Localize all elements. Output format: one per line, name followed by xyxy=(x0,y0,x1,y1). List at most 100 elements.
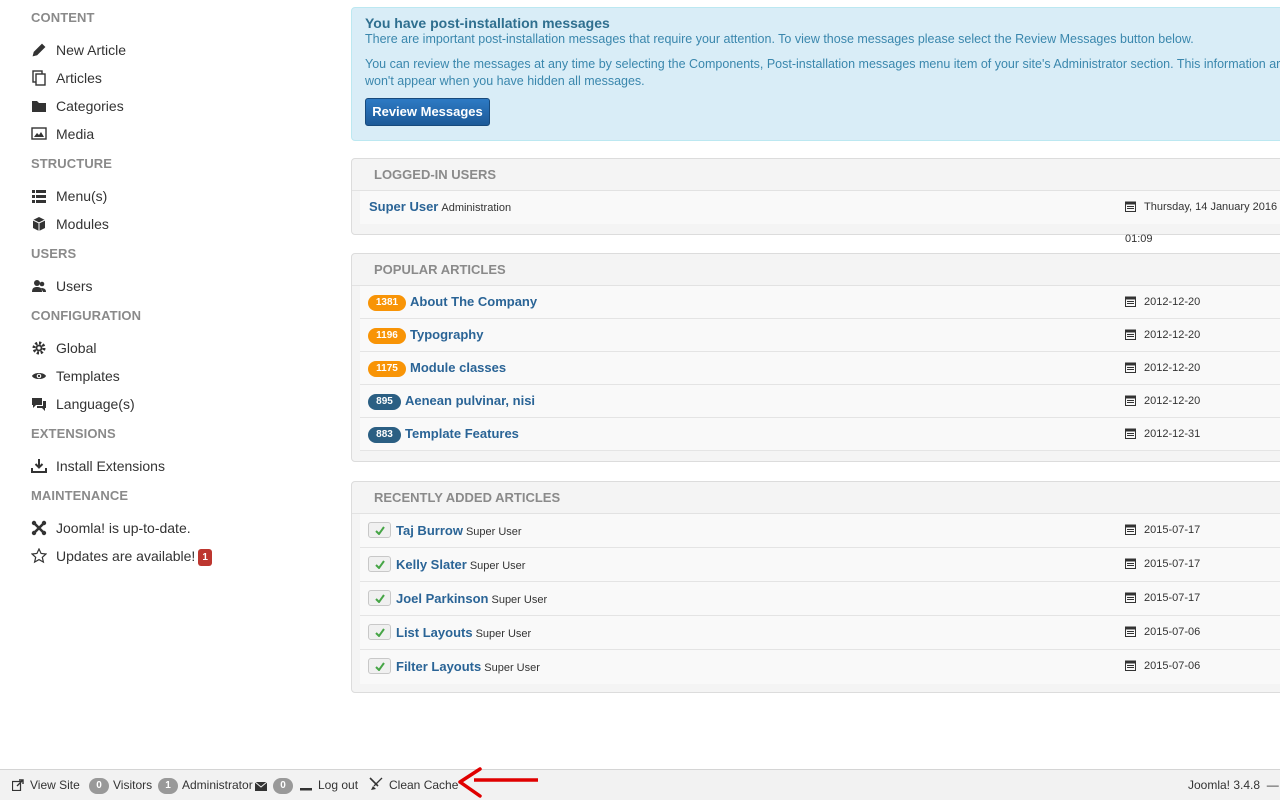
panel-title: RECENTLY ADDED ARTICLES xyxy=(352,482,1280,514)
article-date: 2015-07-17 xyxy=(1125,582,1200,615)
sidebar-item-label: Media xyxy=(56,126,95,142)
joomla-version: Joomla! 3.4.8 — xyxy=(1188,778,1279,792)
sidebar-item-media[interactable]: Media xyxy=(0,120,340,148)
calendar-icon xyxy=(1125,329,1136,340)
status-bar: View Site 0 Visitors 1 Administrator 0 Log… xyxy=(0,769,1280,800)
external-link-icon xyxy=(12,779,24,791)
alert-text-secondary: You can review the messages at any time … xyxy=(365,57,1280,88)
sidebar-item-install-extensions[interactable]: Install Extensions xyxy=(0,452,340,480)
published-check-icon[interactable] xyxy=(368,590,391,606)
review-messages-button[interactable]: Review Messages xyxy=(365,98,490,126)
section-heading-content: CONTENT xyxy=(31,10,95,25)
eye-icon xyxy=(31,368,47,384)
sidebar-item-templates[interactable]: Templates xyxy=(0,362,340,390)
hits-badge: 883 xyxy=(368,427,401,443)
article-link[interactable]: Joel Parkinson xyxy=(396,591,488,606)
red-arrow-annotation xyxy=(458,767,538,798)
published-check-icon[interactable] xyxy=(368,522,391,538)
article-link[interactable]: Filter Layouts xyxy=(396,659,481,674)
sidebar-item-categories[interactable]: Categories xyxy=(0,92,340,120)
article-link[interactable]: Taj Burrow xyxy=(396,523,463,538)
sidebar-item-label: Templates xyxy=(56,368,120,384)
sidebar-item-modules[interactable]: Modules xyxy=(0,210,340,238)
article-author: Super User xyxy=(469,560,526,572)
calendar-icon xyxy=(1125,592,1136,603)
calendar-icon xyxy=(1125,558,1136,569)
sidebar-item-languages[interactable]: Language(s) xyxy=(0,390,340,418)
article-link[interactable]: Aenean pulvinar, nisi xyxy=(405,393,535,408)
article-link[interactable]: Module classes xyxy=(410,360,506,375)
alert-title: You have post-installation messages xyxy=(365,15,610,31)
sidebar-item-label: Categories xyxy=(56,98,124,114)
sidebar-item-global[interactable]: Global xyxy=(0,334,340,362)
table-row: Filter Layouts Super User 2015-07-06 xyxy=(360,650,1280,684)
section-heading-configuration: CONFIGURATION xyxy=(31,308,142,323)
article-author: Super User xyxy=(465,526,522,538)
clean-cache-link[interactable]: Clean Cache xyxy=(369,770,458,800)
sidebar-item-label: Articles xyxy=(56,70,102,86)
sidebar-item-menus[interactable]: Menu(s) xyxy=(0,182,340,210)
sidebar-item-updates[interactable]: Updates are available! 1 xyxy=(0,542,340,570)
view-site-link[interactable]: View Site xyxy=(12,770,80,800)
article-link[interactable]: Kelly Slater xyxy=(396,557,467,572)
broom-icon xyxy=(369,777,383,791)
visitors-count-badge: 0 xyxy=(89,778,109,794)
section-heading-users: USERS xyxy=(31,246,77,261)
alert-text: There are important post-installation me… xyxy=(365,32,1194,46)
post-installation-alert: You have post-installation messages Ther… xyxy=(351,7,1280,141)
updates-count-badge: 1 xyxy=(198,549,212,566)
section-heading-extensions: EXTENSIONS xyxy=(31,426,116,441)
section-heading-maintenance: MAINTENANCE xyxy=(31,488,129,503)
published-check-icon[interactable] xyxy=(368,556,391,572)
calendar-icon xyxy=(1125,524,1136,535)
users-icon xyxy=(31,278,47,294)
article-date: 2012-12-20 xyxy=(1125,286,1200,318)
cog-icon xyxy=(31,340,47,356)
folder-icon xyxy=(31,98,47,114)
admin-count-badge: 1 xyxy=(158,778,178,794)
table-row: 1196 Typography 2012-12-20 xyxy=(360,319,1280,352)
calendar-icon xyxy=(1125,362,1136,373)
recent-articles-panel: RECENTLY ADDED ARTICLES Taj Burrow Super … xyxy=(351,481,1280,693)
sidebar-item-joomla-status[interactable]: Joomla! is up-to-date. xyxy=(0,514,340,542)
minus-icon xyxy=(300,788,312,791)
sidebar-item-users[interactable]: Users xyxy=(0,272,340,300)
calendar-icon xyxy=(1125,296,1136,307)
sidebar-item-label: Users xyxy=(56,278,93,294)
table-row: Taj Burrow Super User 2015-07-17 xyxy=(360,514,1280,548)
table-row: 1381 About The Company 2012-12-20 xyxy=(360,286,1280,319)
published-check-icon[interactable] xyxy=(368,658,391,674)
visitors-status: 0 Visitors xyxy=(89,770,152,800)
logout-link[interactable]: Log out xyxy=(300,770,358,800)
user-link[interactable]: Super User xyxy=(369,199,438,214)
panel-title: POPULAR ARTICLES xyxy=(352,254,1280,286)
article-date: 2012-12-20 xyxy=(1125,352,1200,384)
table-row: 1175 Module classes 2012-12-20 xyxy=(360,352,1280,385)
article-link[interactable]: List Layouts xyxy=(396,625,473,640)
calendar-icon xyxy=(1125,626,1136,637)
sidebar-item-label: Menu(s) xyxy=(56,188,108,204)
hits-badge: 895 xyxy=(368,394,401,410)
popular-articles-panel: POPULAR ARTICLES 1381 About The Company 2… xyxy=(351,253,1280,462)
table-row: List Layouts Super User 2015-07-06 xyxy=(360,616,1280,650)
star-icon xyxy=(31,548,47,564)
comments-icon xyxy=(31,396,47,412)
sidebar-item-label: Modules xyxy=(56,216,109,232)
article-date: 2015-07-17 xyxy=(1125,514,1200,547)
article-link[interactable]: About The Company xyxy=(410,294,537,309)
sidebar-item-new-article[interactable]: New Article xyxy=(0,36,340,64)
article-author: Super User xyxy=(475,628,532,640)
login-date: Thursday, 14 January 2016 01:09 xyxy=(1125,201,1278,245)
copy-icon xyxy=(31,70,47,86)
table-row: Super User Administration Thursday, 14 Ja… xyxy=(360,191,1280,245)
article-link[interactable]: Typography xyxy=(410,327,483,342)
list-icon xyxy=(31,188,47,204)
article-date: 2012-12-20 xyxy=(1125,319,1200,351)
messages-status[interactable]: 0 xyxy=(255,770,297,800)
sidebar-item-articles[interactable]: Articles xyxy=(0,64,340,92)
sidebar-item-label: Install Extensions xyxy=(56,458,165,474)
article-date: 2015-07-06 xyxy=(1125,650,1200,683)
article-link[interactable]: Template Features xyxy=(405,426,519,441)
published-check-icon[interactable] xyxy=(368,624,391,640)
calendar-icon xyxy=(1125,428,1136,439)
